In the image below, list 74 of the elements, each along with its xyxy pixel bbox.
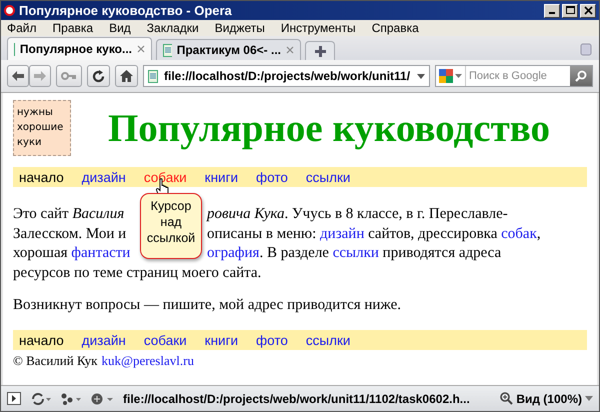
- address-field[interactable]: file://localhost/D:/projects/web/work/unit11/: [143, 65, 430, 87]
- nav-link[interactable]: ссылки: [306, 170, 350, 184]
- left-arrow-icon: [12, 71, 24, 81]
- menu-item[interactable]: Правка: [52, 21, 94, 35]
- paragraph-text: ,: [536, 226, 541, 242]
- paragraph-text: Это сайт: [13, 206, 70, 222]
- menu-item[interactable]: Виджеты: [214, 21, 265, 35]
- paragraph-text: . В разделе: [259, 245, 330, 261]
- paragraph-text: ровича Кука: [207, 206, 285, 222]
- paragraph-text: Залесском. Мои и: [13, 226, 126, 242]
- nav-link[interactable]: начало: [19, 332, 64, 348]
- panel-toggle-icon[interactable]: [7, 392, 21, 405]
- nav-link[interactable]: фото: [256, 332, 288, 348]
- minimize-button[interactable]: [544, 4, 560, 18]
- menu-item[interactable]: Файл: [7, 21, 37, 35]
- search-engine-icon[interactable]: [436, 66, 466, 86]
- nav-link[interactable]: собаки: [144, 332, 187, 348]
- search-icon: [575, 70, 587, 82]
- nav-link[interactable]: ссылки: [306, 332, 350, 348]
- window-title: Популярное куководство - Opera: [19, 3, 233, 18]
- nav-link[interactable]: фото: [256, 170, 288, 184]
- text-link[interactable]: фантасти: [71, 245, 130, 261]
- paragraph-text: Возникнут вопросы — пишите, мой адрес приводится ниже.: [13, 297, 402, 314]
- new-tab-button[interactable]: [305, 41, 335, 60]
- close-button[interactable]: [580, 4, 596, 18]
- logo-note: нужны хорошие куки: [13, 100, 71, 156]
- dropdown-caret-icon[interactable]: [417, 74, 425, 78]
- tooltip: Курсор над ссылкой: [140, 193, 202, 259]
- nav-link[interactable]: начало: [19, 170, 64, 184]
- right-arrow-icon: [34, 71, 46, 81]
- opera-logo-icon: [4, 5, 15, 16]
- menu-item[interactable]: Справка: [372, 21, 419, 35]
- close-tab-icon[interactable]: [137, 45, 145, 53]
- browser-tab[interactable]: Популярное куко...: [7, 37, 152, 60]
- back-button[interactable]: [7, 65, 29, 87]
- home-button[interactable]: [115, 65, 138, 87]
- reload-button[interactable]: [87, 65, 110, 87]
- paragraph-text: сайтов, дрессировка: [367, 226, 498, 242]
- browser-tab[interactable]: Практикум 06<- ...: [156, 39, 301, 60]
- paragraph-text: Василия: [72, 206, 124, 222]
- page-heading: Популярное куководство: [106, 106, 552, 150]
- maximize-button[interactable]: [562, 4, 578, 18]
- close-tab-icon[interactable]: [286, 46, 294, 54]
- text-link[interactable]: собак: [501, 226, 537, 242]
- nav-link[interactable]: книги: [204, 170, 238, 184]
- text-link[interactable]: дизайн: [320, 226, 364, 242]
- plus-icon: [314, 46, 326, 56]
- paragraph-text: приводятся адреса: [382, 245, 502, 261]
- sync-icon[interactable]: [31, 392, 51, 404]
- paragraph-text: хорошая: [13, 245, 69, 261]
- paragraph-text: ресурсов по теме страниц моего сайта.: [13, 264, 262, 280]
- text-link[interactable]: ография: [207, 245, 260, 261]
- menu-item[interactable]: Вид: [109, 21, 131, 35]
- maximize-icon: [566, 6, 574, 15]
- copyright-text: © Василий Кук: [13, 353, 98, 369]
- menu-item[interactable]: Закладки: [146, 21, 199, 35]
- nav-link[interactable]: книги: [204, 332, 238, 348]
- zoom-icon: [500, 392, 514, 405]
- close-icon: [584, 6, 592, 15]
- paragraph-text: . Учусь в 8 классе, в г. Переславле-: [284, 206, 508, 222]
- text-link[interactable]: ссылки: [332, 245, 379, 261]
- nav-link[interactable]: дизайн: [82, 332, 126, 348]
- caret-icon: [585, 396, 593, 401]
- status-url: file://localhost/D:/projects/web/work/unit11/1102/task0602.h...: [123, 392, 471, 406]
- search-field[interactable]: Поиск в Google: [435, 65, 593, 87]
- reload-icon: [92, 70, 105, 82]
- key-icon[interactable]: [56, 65, 82, 87]
- house-icon: [120, 70, 133, 82]
- search-button[interactable]: [570, 66, 592, 86]
- zoom-control[interactable]: Вид (100%): [500, 392, 593, 406]
- paragraph-text: описаны в меню:: [207, 226, 318, 242]
- nav-link[interactable]: дизайн: [82, 170, 126, 184]
- email-link[interactable]: kuk@pereslavl.ru: [101, 353, 194, 369]
- menu-item[interactable]: Инструменты: [280, 21, 356, 35]
